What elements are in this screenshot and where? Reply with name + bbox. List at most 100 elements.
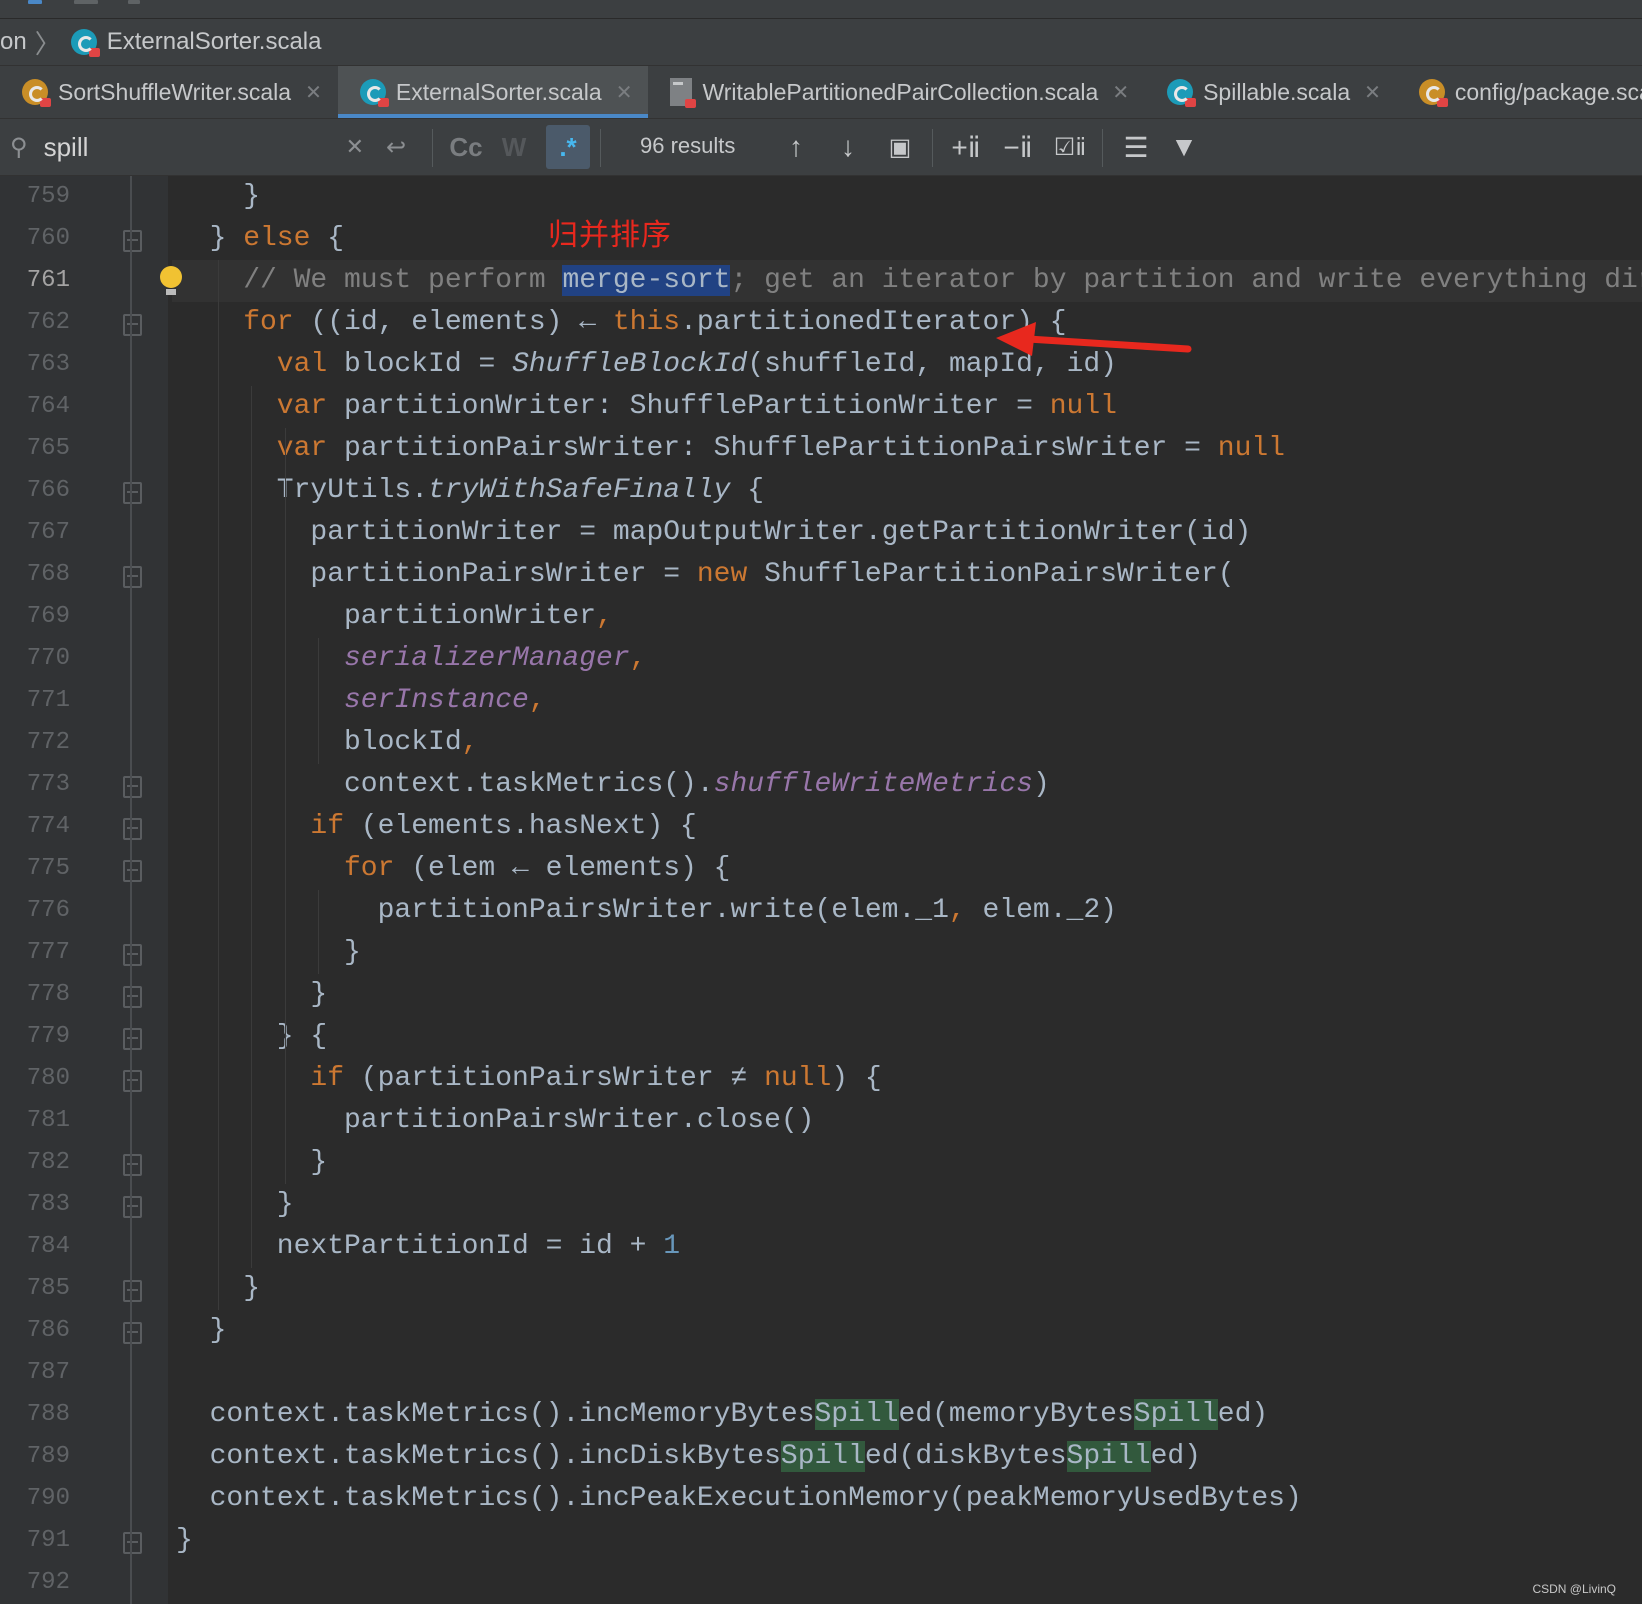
fold-marker-icon[interactable] xyxy=(123,314,142,336)
code-line[interactable]: var partitionPairsWriter: ShufflePartiti… xyxy=(172,428,1642,470)
line-number[interactable]: 764 xyxy=(14,386,70,428)
line-number[interactable]: 763 xyxy=(14,344,70,386)
line-number[interactable]: 776 xyxy=(14,890,70,932)
line-number[interactable]: 771 xyxy=(14,680,70,722)
code-line[interactable]: } xyxy=(172,1310,1642,1352)
close-icon[interactable]: ✕ xyxy=(1112,80,1129,105)
project-icon[interactable] xyxy=(28,0,42,4)
clear-icon[interactable]: ✕ xyxy=(346,134,364,160)
code-line[interactable]: if (elements.hasNext) { xyxy=(172,806,1642,848)
line-number[interactable]: 773 xyxy=(14,764,70,806)
line-number[interactable]: 766 xyxy=(14,470,70,512)
code-line[interactable]: context.taskMetrics().shuffleWriteMetric… xyxy=(172,764,1642,806)
close-icon[interactable]: ✕ xyxy=(1364,80,1381,105)
line-number[interactable]: 770 xyxy=(14,638,70,680)
code-line[interactable]: var partitionWriter: ShufflePartitionWri… xyxy=(172,386,1642,428)
regex-toggle[interactable]: .* xyxy=(546,125,590,169)
code-line[interactable]: serInstance, xyxy=(172,680,1642,722)
fold-marker-icon[interactable] xyxy=(123,482,142,504)
tab-spillable[interactable]: Spillable.scala ✕ xyxy=(1145,66,1397,118)
code-line[interactable]: } { xyxy=(172,1016,1642,1058)
code-line[interactable]: } else { xyxy=(172,218,1642,260)
code-line[interactable]: context.taskMetrics().incPeakExecutionMe… xyxy=(172,1478,1642,1520)
arrow-up-icon[interactable]: ↑ xyxy=(776,127,816,167)
code-line[interactable]: TryUtils.tryWithSafeFinally { xyxy=(172,470,1642,512)
remove-selection-icon[interactable]: −ⅱ xyxy=(998,127,1038,167)
structure-icon[interactable] xyxy=(74,0,98,4)
line-number[interactable]: 785 xyxy=(14,1268,70,1310)
code-line[interactable]: context.taskMetrics().incDiskBytesSpille… xyxy=(172,1436,1642,1478)
line-number[interactable]: 788 xyxy=(14,1394,70,1436)
code-line[interactable]: // We must perform merge-sort; get an it… xyxy=(172,260,1642,302)
code-line[interactable]: if (partitionPairsWriter ≠ null) { xyxy=(172,1058,1642,1100)
code-line[interactable]: blockId, xyxy=(172,722,1642,764)
code-line[interactable]: } xyxy=(172,1268,1642,1310)
code-line[interactable]: for ((id, elements) ← this.partitionedIt… xyxy=(172,302,1642,344)
line-number[interactable]: 790 xyxy=(14,1478,70,1520)
search-everywhere-icon[interactable] xyxy=(128,0,140,4)
line-number[interactable]: 775 xyxy=(14,848,70,890)
code-line[interactable]: partitionWriter = mapOutputWriter.getPar… xyxy=(172,512,1642,554)
fold-marker-icon[interactable] xyxy=(123,1154,142,1176)
line-number[interactable]: 789 xyxy=(14,1436,70,1478)
fold-marker-icon[interactable] xyxy=(123,1532,142,1554)
words-toggle[interactable]: W xyxy=(496,125,532,169)
breadcrumb-prefix[interactable]: on xyxy=(0,28,27,56)
line-number[interactable]: 783 xyxy=(14,1184,70,1226)
tab-sort-shuffle-writer[interactable]: SortShuffleWriter.scala ✕ xyxy=(0,66,338,118)
line-number[interactable]: 760 xyxy=(14,218,70,260)
fold-marker-icon[interactable] xyxy=(123,1322,142,1344)
code-editor[interactable]: 759 760 761 762 763 764 765 766 767 768 769 770 771 7… xyxy=(0,176,1642,1604)
add-selection-icon[interactable]: +ⅱ xyxy=(946,127,986,167)
code-line[interactable]: partitionPairsWriter = new ShufflePartit… xyxy=(172,554,1642,596)
fold-marker-icon[interactable] xyxy=(123,944,142,966)
code-line[interactable]: val blockId = ShuffleBlockId(shuffleId, … xyxy=(172,344,1642,386)
filter-icon[interactable]: ▼ xyxy=(1164,127,1204,167)
breadcrumb-file[interactable]: ExternalSorter.scala xyxy=(107,28,322,56)
line-number[interactable]: 784 xyxy=(14,1226,70,1268)
code-line[interactable]: partitionWriter, xyxy=(172,596,1642,638)
line-number[interactable]: 781 xyxy=(14,1100,70,1142)
line-number[interactable]: 768 xyxy=(14,554,70,596)
line-number[interactable]: 791 xyxy=(14,1520,70,1562)
line-number[interactable]: 759 xyxy=(14,176,70,218)
fold-marker-icon[interactable] xyxy=(123,1196,142,1218)
fold-marker-icon[interactable] xyxy=(123,1028,142,1050)
fold-marker-icon[interactable] xyxy=(123,566,142,588)
fold-marker-icon[interactable] xyxy=(123,1280,142,1302)
code-line[interactable]: } xyxy=(172,1520,1642,1562)
filter-search-icon[interactable]: ☰ xyxy=(1116,127,1156,167)
code-line[interactable]: serializerManager, xyxy=(172,638,1642,680)
fold-marker-icon[interactable] xyxy=(123,776,142,798)
fold-marker-icon[interactable] xyxy=(123,986,142,1008)
select-all-occurrences-icon[interactable]: ☑ⅱ xyxy=(1050,127,1090,167)
new-line-icon[interactable]: ↩ xyxy=(386,133,406,162)
line-number[interactable]: 765 xyxy=(14,428,70,470)
line-number[interactable]: 769 xyxy=(14,596,70,638)
tab-external-sorter[interactable]: ExternalSorter.scala ✕ xyxy=(337,66,649,118)
line-number[interactable]: 777 xyxy=(14,932,70,974)
line-number[interactable]: 761 xyxy=(14,260,70,302)
close-icon[interactable]: ✕ xyxy=(616,80,633,105)
line-number[interactable]: 762 xyxy=(14,302,70,344)
fold-marker-icon[interactable] xyxy=(123,818,142,840)
code-line[interactable]: partitionPairsWriter.write(elem._1, elem… xyxy=(172,890,1642,932)
tab-writable-partitioned-pair-collection[interactable]: WritablePartitionedPairCollection.scala … xyxy=(648,66,1145,118)
code-line[interactable]: } xyxy=(172,1184,1642,1226)
arrow-down-icon[interactable]: ↓ xyxy=(828,127,868,167)
line-number[interactable]: 782 xyxy=(14,1142,70,1184)
line-number[interactable]: 792 xyxy=(14,1562,70,1604)
code-line[interactable]: for (elem ← elements) { xyxy=(172,848,1642,890)
line-number[interactable]: 778 xyxy=(14,974,70,1016)
search-input[interactable] xyxy=(41,130,316,164)
fold-marker-icon[interactable] xyxy=(123,1070,142,1092)
code-line[interactable]: partitionPairsWriter.close() xyxy=(172,1100,1642,1142)
match-case-toggle[interactable]: Cc xyxy=(446,125,486,169)
code-line[interactable]: } xyxy=(172,974,1642,1016)
code-line[interactable]: } xyxy=(172,1142,1642,1184)
lightbulb-icon[interactable] xyxy=(160,266,182,295)
open-in-window-icon[interactable]: ▣ xyxy=(880,127,920,167)
line-number[interactable]: 780 xyxy=(14,1058,70,1100)
line-number[interactable]: 774 xyxy=(14,806,70,848)
fold-marker-icon[interactable] xyxy=(123,860,142,882)
